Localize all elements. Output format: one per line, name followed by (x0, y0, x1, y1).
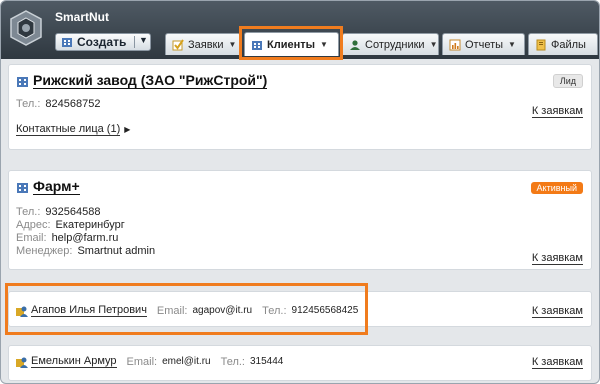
status-badge: Лид (552, 74, 583, 88)
smartnut-logo-icon (10, 10, 42, 46)
tab-reports[interactable]: Отчеты ▼ (442, 33, 525, 55)
chevron-down-icon[interactable]: ▼ (139, 35, 148, 45)
client-card: Рижский завод (ЗАО "РижСтрой") Лид Тел.:… (8, 64, 592, 150)
create-button[interactable]: Создать ▼ (55, 33, 151, 51)
client-name: Фарм+ (33, 178, 80, 195)
status-badge: Активный (530, 182, 583, 194)
to-requests-link[interactable]: К заявкам (531, 305, 583, 318)
app-header: SmartNut Создать ▼ Заявки ▼ Клиенты ▼ Со… (1, 1, 599, 60)
user-icon (350, 39, 360, 50)
contact-card: Емелькин Армур Email: emel@it.ru Тел.: 3… (8, 345, 592, 381)
contact-email: emel@it.ru (162, 356, 211, 367)
tab-highlight-annotation (239, 26, 343, 60)
chevron-down-icon: ▼ (228, 40, 237, 49)
contact-line: Емелькин Армур Email: emel@it.ru Тел.: 3… (16, 355, 293, 368)
tab-requests[interactable]: Заявки ▼ (165, 33, 241, 55)
building-icon (17, 182, 28, 193)
contact-person-icon (16, 357, 28, 368)
chevron-down-icon: ▼ (429, 40, 438, 49)
contact-highlight-annotation (5, 283, 368, 335)
building-icon (17, 76, 28, 87)
client-phone: Тел.: 824568752 (16, 98, 101, 110)
to-requests-link[interactable]: К заявкам (531, 105, 583, 118)
to-requests-link[interactable]: К заявкам (531, 356, 583, 369)
client-email: Email: help@farm.ru (16, 232, 119, 244)
contact-phone: 315444 (249, 356, 284, 367)
contact-name[interactable]: Емелькин Армур (31, 355, 117, 368)
client-title[interactable]: Рижский завод (ЗАО "РижСтрой") (16, 72, 268, 89)
contacts-toggle[interactable]: Контактные лица (1) ▶ (16, 123, 131, 136)
client-address: Адрес: Екатеринбург (16, 219, 125, 231)
client-title[interactable]: Фарм+ (16, 179, 80, 195)
chevron-down-icon: ▼ (508, 40, 516, 49)
client-name: Рижский завод (ЗАО "РижСтрой") (33, 72, 268, 89)
checkbox-icon (172, 38, 184, 50)
building-icon (62, 37, 72, 47)
client-manager: Менеджер: Smartnut admin (16, 245, 156, 257)
app-title: SmartNut (55, 10, 110, 24)
tab-files[interactable]: Файлы (528, 33, 598, 55)
files-icon (536, 39, 546, 50)
app-window: SmartNut Создать ▼ Заявки ▼ Клиенты ▼ Со… (0, 0, 600, 384)
tab-employees[interactable]: Сотрудники ▼ (342, 33, 439, 55)
client-card: Фарм+ Активный Тел.: 932564588 Адрес: Екат… (8, 170, 592, 270)
report-icon (449, 39, 461, 50)
client-phone: Тел.: 932564588 (16, 206, 101, 218)
to-requests-link[interactable]: К заявкам (531, 252, 583, 265)
create-button-label: Создать (77, 35, 127, 49)
chevron-right-icon: ▶ (124, 125, 131, 134)
